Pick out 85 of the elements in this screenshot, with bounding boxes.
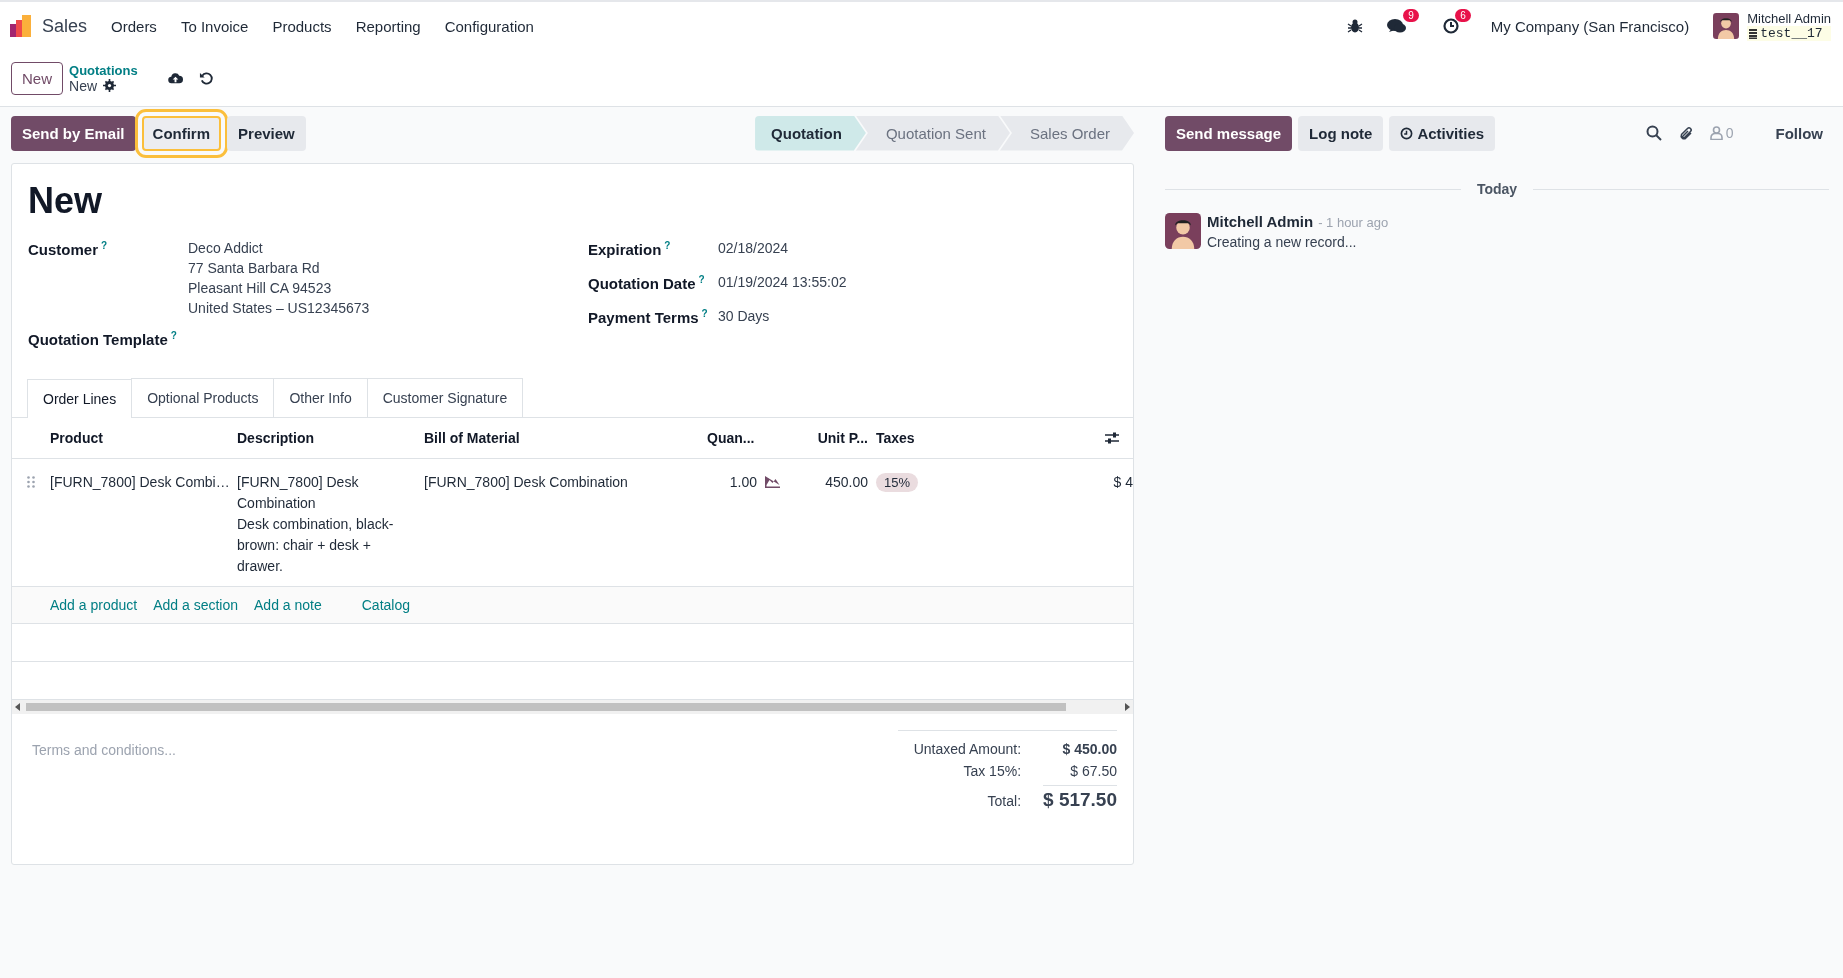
table-cell-text: 1.00 [728,473,758,492]
tax-tag: 15% [876,473,919,492]
status-stage[interactable]: Sales Order [999,115,1134,151]
chat-icon[interactable] [1386,18,1407,34]
scroll-left-icon[interactable] [14,703,22,711]
scrollbar-thumb[interactable] [26,703,1066,711]
field-value: 01/19/2024 13:55:02 [718,274,848,290]
total-value: $ 517.50 [1043,785,1117,811]
column-header[interactable]: Quan... [700,418,795,459]
forecast-chart-icon[interactable] [765,476,780,488]
column-settings-icon[interactable] [1104,431,1120,445]
menu-item[interactable]: To Invoice [180,17,249,35]
add-line-link[interactable]: Add a note [254,597,322,613]
app-name[interactable]: Sales [42,15,88,37]
total-value: $ 67.50 [1069,763,1117,779]
menu-item[interactable]: Reporting [355,17,421,35]
settings-icon[interactable] [103,79,117,92]
activity-count-badge: 6 [1455,9,1471,22]
total-label: Untaxed Amount: [913,741,1022,757]
add-line-link[interactable]: Add a product [50,597,138,613]
avatar [1165,213,1201,249]
field-label: Payment Terms $^{?}$ [588,308,709,326]
message-body: Creating a new record... [1207,234,1358,250]
field-value: 77 Santa Barbara Rd [188,260,321,276]
field-label: Expiration $^{?}$ [588,240,672,258]
search-icon[interactable] [1645,125,1662,141]
table-cell-text: [FURN_7800] Desk Combi… [50,473,231,492]
table-cell-text: [FURN_7800] Desk Combination [424,473,629,492]
column-header[interactable]: Taxes [876,418,1091,459]
follow-button[interactable]: Follow [1769,123,1829,143]
action-button[interactable]: Send by Email [11,115,136,151]
table-cell-text: Desk combination, black-brown: chair + desk + drawer. [237,515,395,576]
message-time: - 1 hour ago [1318,215,1389,230]
menu-item[interactable]: Products [272,17,332,35]
chatter-button[interactable]: Send message [1165,115,1293,151]
scroll-right-icon[interactable] [1123,703,1131,711]
chatter-button[interactable]: Activities [1389,115,1496,151]
field-label: Quotation Template $^{?}$ [28,330,178,348]
total-label: Total: [986,793,1022,809]
field-label: Customer $^{?}$ [28,240,109,260]
chatter-button[interactable]: Log note [1298,115,1384,151]
date-separator: Today [1476,181,1518,197]
menu-item[interactable]: Orders [111,17,157,35]
tab[interactable]: Order Lines [27,379,133,418]
undo-icon[interactable] [198,70,214,86]
field-value: 02/18/2024 [718,240,790,256]
clock-icon[interactable] [1442,18,1459,34]
cloud-upload-icon[interactable] [167,70,183,86]
company-switcher[interactable]: My Company (San Francisco) [1490,17,1690,35]
user-name[interactable]: Mitchell Admin [1747,11,1831,26]
field-value: 30 Days [718,308,771,324]
field-label: Quotation Date $^{?}$ [588,274,706,292]
field-value: Deco Addict [188,240,264,256]
message-count-badge: 9 [1403,9,1419,22]
column-header[interactable]: Product [50,418,237,459]
record-title: New [28,180,104,222]
menu-item[interactable]: Configuration [444,17,534,35]
database-name: test__17 [1747,26,1831,41]
new-button[interactable]: New [11,61,63,95]
app-logo[interactable] [10,15,32,37]
message-author[interactable]: Mitchell Admin [1207,213,1314,230]
tab[interactable]: Customer Signature [366,378,524,417]
paperclip-icon[interactable] [1677,125,1694,141]
status-stage[interactable]: Quotation Sent [855,115,1010,151]
database-icon [1749,28,1758,39]
field-value: Pleasant Hill CA 94523 [188,280,333,296]
column-header[interactable]: Unit P... [795,418,876,459]
clock-icon [1400,126,1414,140]
avatar [1713,13,1740,39]
total-value: $ 450.00 [1061,741,1117,757]
field-value: United States – US12345673 [188,300,371,316]
status-stage[interactable]: Quotation [755,115,866,151]
record-name: New [69,77,98,94]
total-label: Tax 15%: [962,763,1022,779]
table-cell-text: 450.00 [824,473,869,492]
drag-handle-icon[interactable] [27,476,35,488]
table-cell-text: $ 4 [1112,473,1133,492]
action-button[interactable]: Preview [227,115,306,151]
table-cell-text: [FURN_7800] Desk Combination [237,473,360,513]
add-line-link[interactable]: Add a section [153,597,238,613]
column-header[interactable]: Bill of Material [424,418,700,459]
add-line-link[interactable]: Catalog [361,597,410,613]
column-header[interactable]: Description [237,418,424,459]
bug-icon[interactable] [1346,18,1363,34]
breadcrumb-link[interactable]: Quotations [69,62,138,78]
